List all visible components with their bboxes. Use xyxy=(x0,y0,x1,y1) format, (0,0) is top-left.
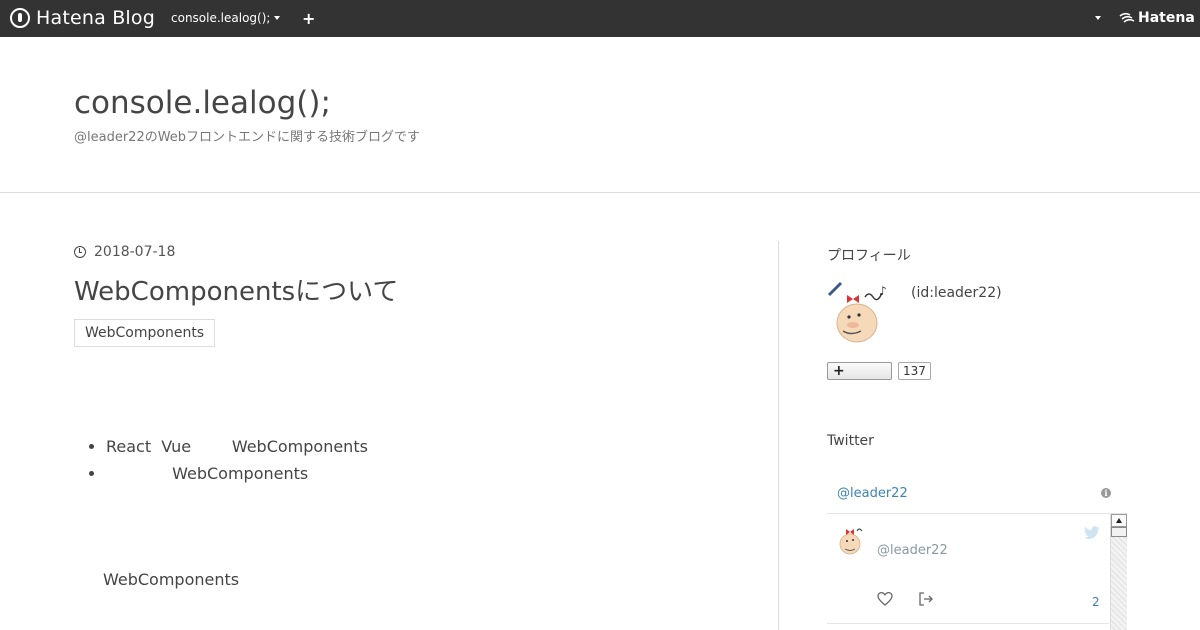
hatena-blog-logo-icon xyxy=(10,8,30,28)
blog-title[interactable]: console.lealog(); xyxy=(74,85,331,121)
plus-icon: + xyxy=(302,9,316,28)
profile-id[interactable]: (id:leader22) xyxy=(911,285,1002,301)
info-icon[interactable]: i xyxy=(1101,488,1111,498)
profile-heading: プロフィール xyxy=(827,248,911,264)
tweet: @leader22 2 xyxy=(827,514,1109,630)
tweet-divider xyxy=(827,623,1109,624)
entry-title[interactable]: WebComponentsについて xyxy=(74,271,398,308)
hatena-logo-text: Hatena xyxy=(1138,10,1195,26)
twitter-widget-scrollbar[interactable] xyxy=(1110,514,1127,630)
entry-list: React Vue WebComponents WebComponents xyxy=(74,437,368,491)
twitter-handle-link[interactable]: @leader22 xyxy=(837,486,908,501)
share-icon[interactable] xyxy=(918,591,934,607)
brand-name: Hatena Blog xyxy=(36,7,155,29)
blog-header: console.lealog(); @leader22のWebフロントエンドに関… xyxy=(0,37,1200,193)
twitter-heading: Twitter xyxy=(827,433,874,449)
hatena-logo-icon xyxy=(1119,12,1135,23)
follower-count[interactable]: 137 xyxy=(898,362,931,380)
heart-icon[interactable] xyxy=(877,591,893,607)
new-post-button[interactable]: + xyxy=(302,9,315,28)
twitter-widget-header: @leader22 i xyxy=(827,474,1127,514)
scroll-thumb[interactable] xyxy=(1111,527,1127,537)
clock-icon xyxy=(74,246,86,258)
scroll-up-arrow-icon[interactable] xyxy=(1111,514,1127,527)
blog-switcher[interactable]: console.lealog(); xyxy=(171,11,281,25)
tweet-avatar[interactable] xyxy=(837,524,865,556)
hatena-logo[interactable]: Hatena xyxy=(1119,10,1195,26)
top-bar: Hatena Blog console.lealog(); + Hatena xyxy=(0,0,1200,37)
user-menu-caret-icon[interactable] xyxy=(1095,16,1101,20)
tweet-user-handle[interactable]: @leader22 xyxy=(877,543,948,558)
entry-date-text: 2018-07-18 xyxy=(94,244,176,260)
follow-button[interactable]: + xyxy=(827,362,892,380)
twitter-bird-icon[interactable] xyxy=(1084,526,1100,540)
profile-avatar[interactable]: ♪ xyxy=(827,281,891,345)
blog-switcher-label: console.lealog(); xyxy=(171,11,271,25)
tweet-like-count: 2 xyxy=(1092,595,1100,609)
caret-down-icon xyxy=(274,16,281,20)
svg-text:♪: ♪ xyxy=(879,284,887,298)
hatena-blog-logo[interactable]: Hatena Blog xyxy=(10,6,155,30)
category-tag[interactable]: WebComponents xyxy=(74,319,216,347)
entry-date[interactable]: 2018-07-18 xyxy=(74,244,175,260)
blog-description: @leader22のWebフロントエンドに関する技術ブログです xyxy=(74,130,421,145)
column-divider xyxy=(778,241,779,630)
list-item: React Vue WebComponents xyxy=(106,437,368,457)
list-item: WebComponents xyxy=(106,464,368,484)
twitter-widget: @leader22 i @leader22 2 xyxy=(827,474,1127,630)
entry-paragraph: WebComponents xyxy=(103,570,240,589)
